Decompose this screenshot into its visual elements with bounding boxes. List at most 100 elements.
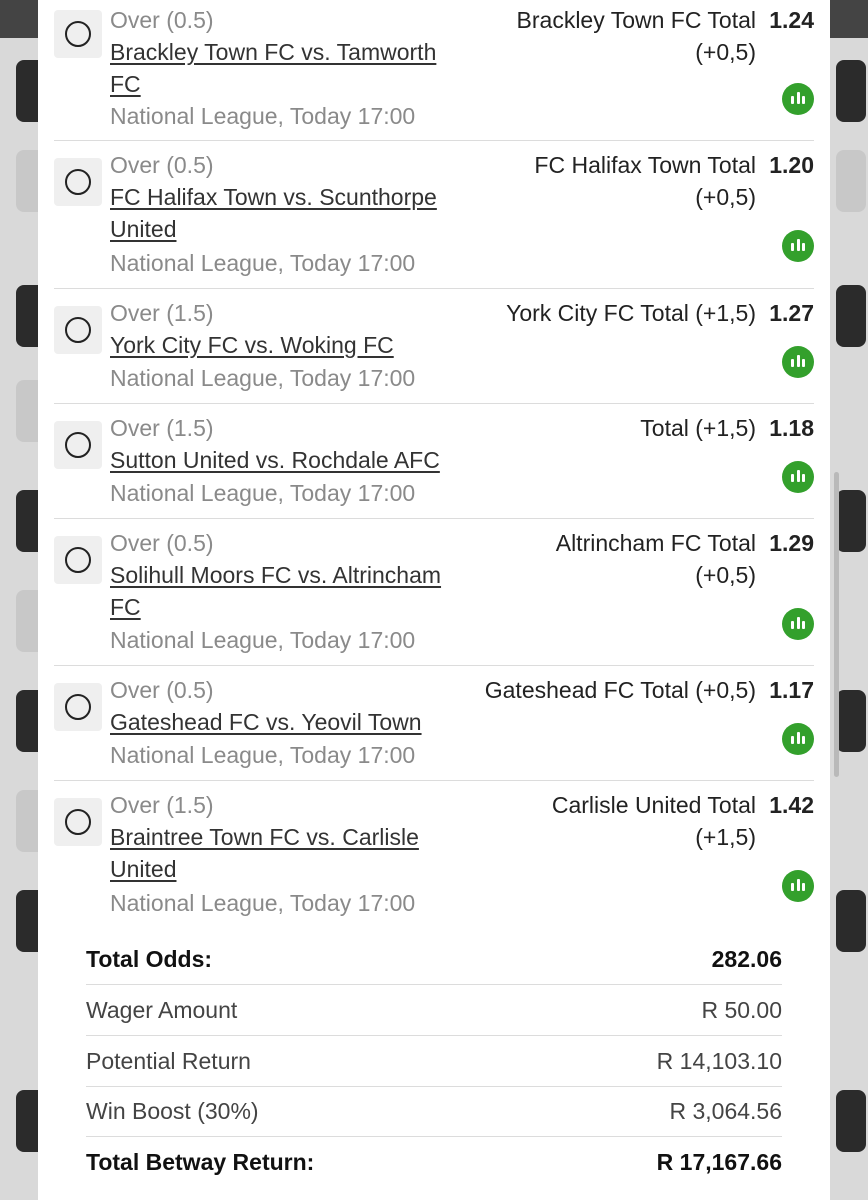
total-return-label: Total Betway Return: [86, 1149, 315, 1175]
match-link[interactable]: Braintree Town FC vs. Carlisle United [110, 821, 470, 885]
bet-select-radio[interactable] [54, 10, 102, 58]
total-odds-value: 282.06 [711, 946, 782, 972]
bet-market: Over (0.5) [110, 7, 214, 33]
bar-chart-icon[interactable] [782, 723, 814, 755]
selection-line: (+0,5) [695, 184, 756, 210]
radio-unchecked-icon [65, 547, 91, 573]
potential-return-label: Potential Return [86, 1048, 251, 1074]
selection-line: Carlisle United Total [551, 792, 756, 818]
match-line: Sutton United vs. Rochdale AFC [110, 447, 440, 473]
match-link[interactable]: FC Halifax Town vs. Scunthorpe United [110, 181, 470, 245]
selection-line: (+1,5) [695, 824, 756, 850]
match-line: United [110, 216, 177, 242]
match-line: FC [110, 71, 141, 97]
bet-market: Over (0.5) [110, 530, 214, 556]
bet-row: Over (0.5) Brackley Town FC vs. Tamworth… [54, 0, 814, 141]
bet-league-time: National League, Today 17:00 [110, 890, 416, 916]
potential-return-value: R 14,103.10 [656, 1048, 782, 1074]
scrollbar-thumb[interactable] [834, 472, 839, 777]
bet-market: Over (1.5) [110, 415, 214, 441]
radio-unchecked-icon [65, 21, 91, 47]
background-card [836, 690, 866, 752]
bet-market: Over (1.5) [110, 792, 214, 818]
potential-return-row: Potential Return R 14,103.10 [86, 1036, 782, 1087]
wager-row: Wager Amount R 50.00 [86, 985, 782, 1036]
selection-line: Gateshead FC Total (+0,5) [484, 677, 756, 703]
bet-row: Over (1.5) Braintree Town FC vs. Carlisl… [54, 781, 814, 921]
match-line: Braintree Town FC vs. Carlisle [110, 824, 419, 850]
bar-chart-icon[interactable] [782, 83, 814, 115]
background-card [836, 890, 866, 952]
bet-league-time: National League, Today 17:00 [110, 365, 416, 391]
match-line: York City FC vs. Woking FC [110, 332, 394, 358]
total-return-value: R 17,167.66 [656, 1149, 782, 1175]
match-link[interactable]: Gateshead FC vs. Yeovil Town [110, 706, 470, 738]
bet-row: Over (1.5) Sutton United vs. Rochdale AF… [54, 404, 814, 519]
bet-select-radio[interactable] [54, 421, 102, 469]
bet-odds: 1.17 [769, 677, 814, 703]
match-line: Gateshead FC vs. Yeovil Town [110, 709, 422, 735]
match-line: Solihull Moors FC vs. Altrincham [110, 562, 442, 588]
selection-line: York City FC Total (+1,5) [506, 300, 756, 326]
bet-odds: 1.18 [769, 415, 814, 441]
match-link[interactable]: York City FC vs. Woking FC [110, 329, 470, 361]
total-odds-row: Total Odds: 282.06 [86, 934, 782, 985]
bet-row: Over (0.5) FC Halifax Town vs. Scunthorp… [54, 141, 814, 289]
bar-chart-icon[interactable] [782, 461, 814, 493]
bet-market: Over (0.5) [110, 152, 214, 178]
match-line: United [110, 856, 177, 882]
match-link[interactable]: Brackley Town FC vs. Tamworth FC [110, 36, 470, 100]
selection-line: Altrincham FC Total [555, 530, 756, 556]
bet-select-radio[interactable] [54, 306, 102, 354]
background-card [836, 490, 866, 552]
background-header-left [0, 0, 38, 38]
bet-select-radio[interactable] [54, 683, 102, 731]
bar-chart-icon[interactable] [782, 608, 814, 640]
background-card [836, 1090, 866, 1152]
bet-selection: Brackley Town FC Total (+0,5) [456, 4, 756, 68]
bet-selection: Total (+1,5) [456, 412, 756, 444]
bet-odds: 1.27 [769, 300, 814, 326]
bet-odds: 1.29 [769, 530, 814, 556]
bet-league-time: National League, Today 17:00 [110, 103, 416, 129]
selection-line: Brackley Town FC Total [516, 7, 756, 33]
selection-line: (+0,5) [695, 39, 756, 65]
match-link[interactable]: Sutton United vs. Rochdale AFC [110, 444, 470, 476]
background-card [836, 60, 866, 122]
bet-row: Over (1.5) York City FC vs. Woking FC Na… [54, 289, 814, 404]
selection-line: (+0,5) [695, 562, 756, 588]
win-boost-row: Win Boost (30%) R 3,064.56 [86, 1086, 782, 1137]
bet-select-radio[interactable] [54, 798, 102, 846]
bet-market: Over (0.5) [110, 677, 214, 703]
bet-market: Over (1.5) [110, 300, 214, 326]
bet-odds: 1.42 [769, 792, 814, 818]
win-boost-value: R 3,064.56 [669, 1098, 782, 1124]
background-card [836, 150, 866, 212]
match-link[interactable]: Solihull Moors FC vs. Altrincham FC [110, 559, 470, 623]
bar-chart-icon[interactable] [782, 870, 814, 902]
bet-league-time: National League, Today 17:00 [110, 627, 416, 653]
match-line: Brackley Town FC vs. Tamworth [110, 39, 437, 65]
bet-league-time: National League, Today 17:00 [110, 250, 416, 276]
bet-selection: York City FC Total (+1,5) [456, 297, 756, 329]
radio-unchecked-icon [65, 317, 91, 343]
bet-league-time: National League, Today 17:00 [110, 480, 416, 506]
match-line: FC Halifax Town vs. Scunthorpe [110, 184, 437, 210]
bet-selection: Gateshead FC Total (+0,5) [456, 674, 756, 706]
radio-unchecked-icon [65, 809, 91, 835]
radio-unchecked-icon [65, 432, 91, 458]
bar-chart-icon[interactable] [782, 230, 814, 262]
bar-chart-icon[interactable] [782, 346, 814, 378]
bet-select-radio[interactable] [54, 158, 102, 206]
match-line: FC [110, 594, 141, 620]
background-card [836, 285, 866, 347]
bet-select-radio[interactable] [54, 536, 102, 584]
total-odds-label: Total Odds: [86, 946, 213, 972]
bet-selection: Altrincham FC Total (+0,5) [456, 527, 756, 591]
bet-selection: Carlisle United Total (+1,5) [456, 789, 756, 853]
bet-selection: FC Halifax Town Total (+0,5) [456, 149, 756, 213]
bet-odds: 1.24 [769, 7, 814, 33]
bet-row: Over (0.5) Solihull Moors FC vs. Altrinc… [54, 519, 814, 666]
total-return-row: Total Betway Return: R 17,167.66 [86, 1137, 782, 1187]
bet-row: Over (0.5) Gateshead FC vs. Yeovil Town … [54, 666, 814, 781]
